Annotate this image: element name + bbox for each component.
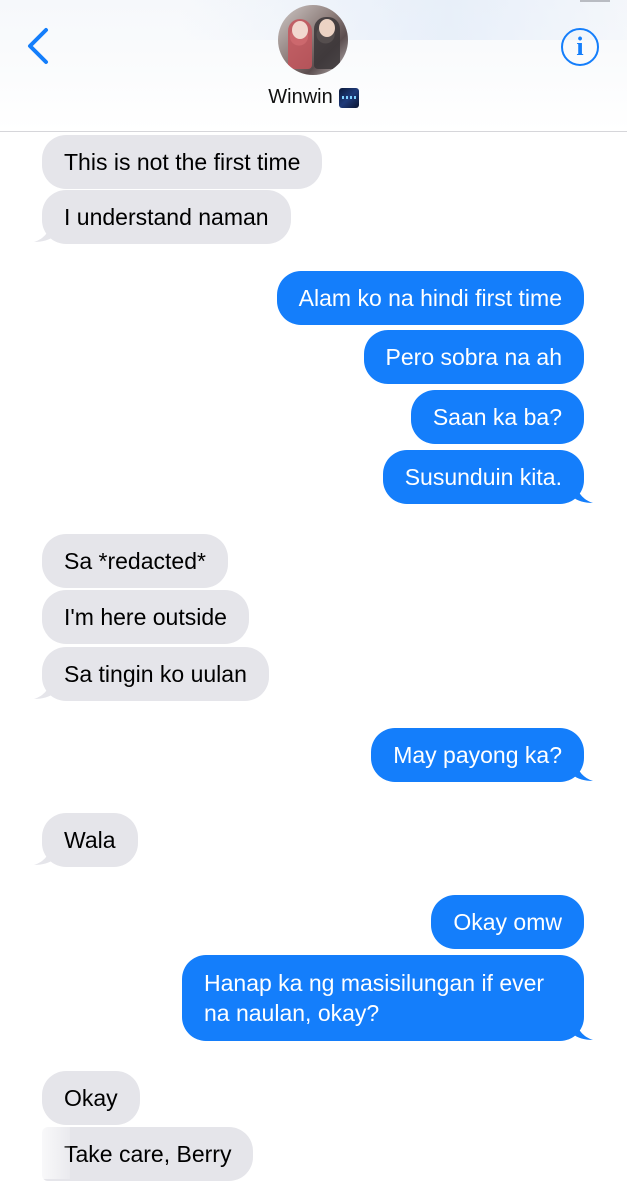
info-icon: i [576,32,584,61]
info-button[interactable]: i [561,28,599,66]
message-text: I'm here outside [64,604,227,630]
message-bubble-incoming[interactable]: Okay [42,1071,140,1125]
sparkle-emoji-icon [338,87,359,108]
header-glow [180,0,627,40]
bubble-tail-incoming [34,221,54,242]
chevron-left-icon [28,28,48,64]
message-text: Sa *redacted* [64,548,206,574]
message-bubble-outgoing[interactable]: Pero sobra na ah [363,330,584,384]
message-bubble-incoming[interactable]: I understand naman [42,190,291,244]
message-bubble-outgoing[interactable]: Susunduin kita. [382,450,584,504]
message-bubble-outgoing[interactable]: Hanap ka ng masisilungan if ever na naul… [182,955,584,1041]
message-bubble-incoming[interactable]: Wala [42,813,138,867]
message-bubble-incoming[interactable]: I'm here outside [42,590,249,644]
message-bubble-incoming[interactable]: Take care, Berry [42,1127,254,1181]
bubble-tail-incoming [34,678,54,699]
message-text: Okay [64,1085,118,1111]
redaction-blur [30,1127,70,1179]
message-text: Sa tingin ko uulan [64,661,247,687]
contact-name: Winwin [268,86,333,108]
message-text: I understand naman [64,204,269,230]
message-text: Hanap ka ng masisilungan if ever na naul… [204,970,545,1026]
contact-avatar[interactable] [278,5,348,75]
message-text: Susunduin kita. [404,464,562,490]
message-text: Saan ka ba? [432,404,562,430]
avatar-face-right [319,19,335,37]
message-bubble-incoming[interactable]: Sa tingin ko uulan [42,647,269,701]
message-text: This is not the first time [64,149,301,175]
bubble-tail-outgoing [573,482,593,503]
message-text: Alam ko na hindi first time [298,285,562,311]
message-text: Wala [64,827,116,853]
message-bubble-outgoing[interactable]: Saan ka ba? [410,390,584,444]
message-text: Take care, Berry [64,1141,232,1167]
message-bubble-outgoing[interactable]: Alam ko na hindi first time [276,271,584,325]
conversation-header: Winwin i [0,0,627,132]
bubble-tail-incoming [34,844,54,865]
message-text: Pero sobra na ah [385,344,562,370]
message-bubble-outgoing[interactable]: Okay omw [431,895,584,949]
message-text: May payong ka? [393,742,562,768]
message-bubble-outgoing[interactable]: May payong ka? [371,728,584,782]
back-button[interactable] [22,24,54,68]
bubble-tail-outgoing [573,760,593,781]
message-text: Okay omw [453,909,562,935]
corner-divider [580,0,610,2]
avatar-face-left [292,21,308,39]
message-bubble-incoming[interactable]: This is not the first time [42,135,323,189]
bubble-tail-outgoing [573,1019,593,1040]
message-bubble-incoming[interactable]: Sa *redacted* [42,534,228,588]
message-thread: This is not the first time I understand … [0,133,627,1200]
contact-name-row[interactable]: Winwin [0,86,627,109]
